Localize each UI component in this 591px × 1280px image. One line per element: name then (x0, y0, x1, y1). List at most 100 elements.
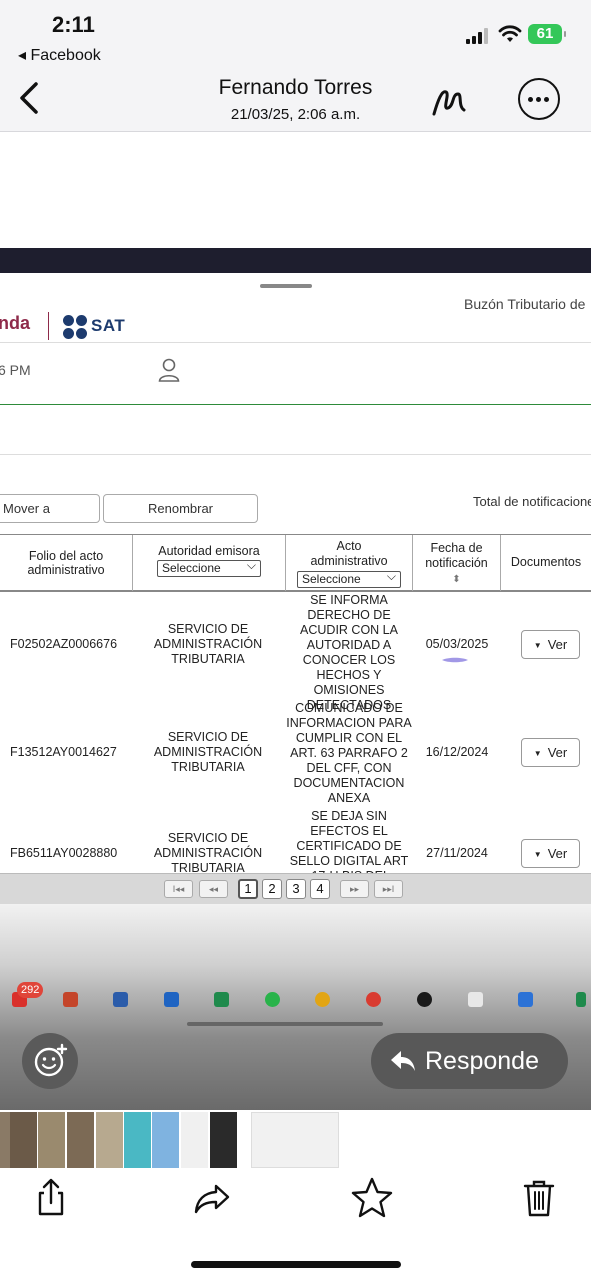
status-bar: 2:11 ◂ Facebook 61 (0, 0, 591, 72)
back-to-facebook-link[interactable]: ◂ Facebook (18, 45, 101, 65)
column-fecha[interactable]: Fecha de notificación ⬍ (413, 535, 501, 591)
pdf-reader-icon (366, 992, 381, 1007)
page-2-button[interactable]: 2 (262, 879, 282, 899)
ver-label: Ver (547, 745, 568, 760)
thumbnail[interactable] (96, 1112, 123, 1168)
thumbnail[interactable] (210, 1112, 237, 1168)
gmail-icon (468, 992, 483, 1007)
photo-timestamp: 21/03/25, 2:06 a.m. (230, 106, 361, 123)
star-icon[interactable] (350, 1176, 394, 1220)
dock-home-bar (187, 1022, 383, 1026)
reply-label: Responde (425, 1047, 539, 1075)
thumbnail[interactable] (181, 1112, 208, 1168)
table-body: F02502AZ0006676 SERVICIO DE ADMINISTRACI… (0, 592, 591, 873)
notification-badge: 292 (17, 982, 44, 998)
acto-select[interactable]: Seleccione (297, 569, 401, 588)
column-label: Folio del acto administrativo (27, 549, 105, 577)
column-label: Autoridad emisora (158, 544, 260, 558)
prev-page-button[interactable]: ◂◂ (199, 880, 228, 898)
sheets-icon (214, 992, 229, 1007)
column-label: Fecha de notificación (425, 541, 488, 570)
thumbnail-selected[interactable] (251, 1112, 339, 1168)
status-time: 2:11 (52, 12, 95, 37)
thumbnail[interactable] (152, 1112, 179, 1168)
caret-down-icon: ▼ (533, 641, 542, 650)
ver-button[interactable]: ▼ Ver (521, 630, 580, 659)
page-3-button[interactable]: 3 (286, 879, 306, 899)
caret-down-icon: ▼ (533, 749, 542, 758)
ink-scribble (442, 657, 468, 663)
sheet-grabber[interactable] (260, 284, 312, 288)
smiley-plus-icon (34, 1043, 68, 1077)
ver-label: Ver (547, 846, 568, 861)
renombrar-button[interactable]: Renombrar (103, 494, 258, 523)
autoridad-cell: SERVICIO DE ADMINISTRACIÓN TRIBUTARIA (153, 831, 263, 873)
ver-label: Ver (547, 637, 568, 652)
sat-logo-text: SAT (91, 316, 126, 335)
user-icon[interactable] (158, 358, 180, 382)
home-indicator (191, 1261, 401, 1268)
markup-pen-icon[interactable] (430, 80, 470, 120)
reply-button[interactable]: Responde (371, 1033, 568, 1089)
caret-down-icon: ▼ (533, 850, 542, 859)
fecha-cell: 05/03/2025 (425, 637, 489, 651)
browser-dark-bar (0, 248, 591, 273)
hacienda-logo-subtitle (0, 335, 1, 340)
forward-icon[interactable] (190, 1176, 234, 1220)
ver-button[interactable]: ▼ Ver (521, 738, 580, 767)
acto-cell: COMUNICADO DE INFORMACION PARA CUMPLIR C… (286, 701, 412, 805)
mover-a-button[interactable]: Mover a (0, 494, 100, 523)
sort-icon: ⬍ (452, 574, 461, 585)
photo-thumbnail-strip (0, 1112, 591, 1168)
sat-logo-icon (63, 315, 87, 339)
pagination-bar: I◂◂ ◂◂ 1 2 3 4 ▸▸ ▸▸I (0, 873, 591, 904)
autoridad-cell: SERVICIO DE ADMINISTRACIÓN TRIBUTARIA (153, 730, 263, 774)
photo-viewer-header: Fernando Torres 21/03/25, 2:06 a.m. (0, 72, 591, 132)
office-icon (63, 992, 78, 1007)
reply-arrow-icon (391, 1051, 415, 1071)
ver-button[interactable]: ▼ Ver (521, 839, 580, 868)
header-accent-line (0, 404, 591, 405)
autoridad-select[interactable]: Seleccione (157, 558, 261, 577)
logo-divider (48, 312, 49, 340)
last-page-button[interactable]: ▸▸I (374, 880, 403, 898)
folio-cell: F13512AY0014627 (10, 745, 117, 759)
fecha-cell: 16/12/2024 (425, 745, 489, 759)
trash-icon[interactable] (517, 1176, 561, 1220)
acto-cell: SE INFORMA DERECHO DE ACUDIR CON LA AUTO… (300, 593, 398, 712)
page-1-button[interactable]: 1 (238, 879, 258, 899)
table-header: Folio del acto administrativo Autoridad … (0, 534, 591, 592)
divider (0, 454, 591, 455)
next-page-button[interactable]: ▸▸ (340, 880, 369, 898)
thumbnail[interactable] (10, 1112, 37, 1168)
folder-icon (315, 992, 330, 1007)
calendar-icon (518, 992, 533, 1007)
thumbnail[interactable] (38, 1112, 65, 1168)
share-icon[interactable] (29, 1176, 73, 1220)
column-autoridad: Autoridad emisora Seleccione (133, 535, 286, 591)
spotify-icon (417, 992, 432, 1007)
excel-icon (576, 992, 586, 1007)
wifi-icon (498, 25, 522, 42)
cellular-signal-icon (466, 28, 488, 44)
add-reaction-button[interactable] (22, 1033, 78, 1089)
autoridad-cell: SERVICIO DE ADMINISTRACIÓN TRIBUTARIA (153, 622, 263, 666)
column-label: Documentos (510, 555, 582, 569)
sender-name: Fernando Torres (218, 76, 373, 99)
sat-logo-subtitle (91, 335, 92, 340)
more-options-button[interactable] (518, 78, 560, 120)
column-documentos: Documentos (501, 535, 591, 591)
session-time: 6 PM (0, 362, 31, 378)
folio-cell: FB6511AY0028880 (10, 846, 118, 860)
word-icon (113, 992, 128, 1007)
page-4-button[interactable]: 4 (310, 879, 330, 899)
fecha-cell: 27/11/2024 (426, 846, 488, 860)
divider (0, 342, 591, 343)
folio-cell: F02502AZ0006676 (10, 637, 118, 651)
thumbnail[interactable] (67, 1112, 94, 1168)
column-acto: Acto administrativo Seleccione (286, 535, 413, 591)
thumbnail[interactable] (124, 1112, 151, 1168)
column-folio[interactable]: Folio del acto administrativo (0, 535, 133, 591)
buzon-tributario-title: Buzón Tributario de (464, 296, 586, 312)
first-page-button[interactable]: I◂◂ (164, 880, 193, 898)
